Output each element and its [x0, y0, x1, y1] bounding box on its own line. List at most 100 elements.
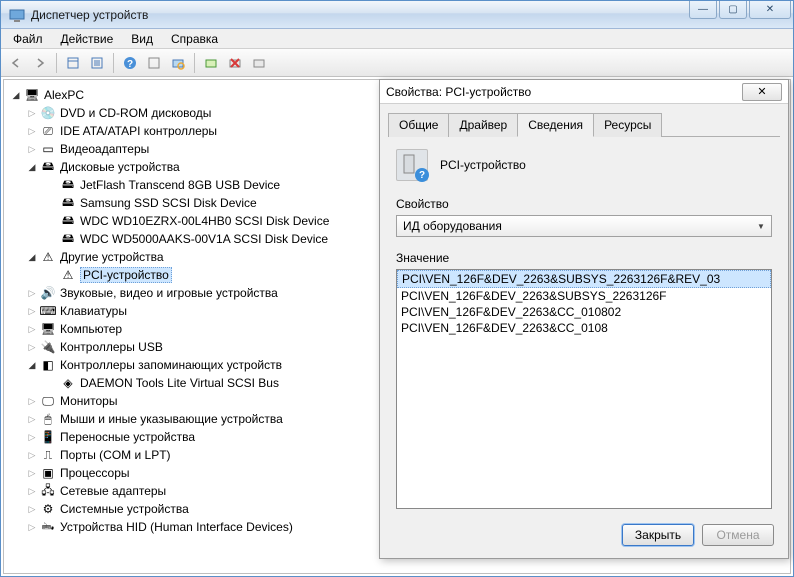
show-hide-tree-button[interactable] — [62, 52, 84, 74]
tree-node-label: JetFlash Transcend 8GB USB Device — [80, 178, 280, 192]
tree-expander[interactable]: ▷ — [26, 107, 38, 119]
tree-expander[interactable]: ▷ — [26, 485, 38, 497]
tree-expander[interactable]: ◢ — [10, 89, 22, 101]
tree-expander — [46, 215, 58, 227]
tree-expander — [46, 179, 58, 191]
minimize-button[interactable]: — — [689, 1, 717, 19]
tree-expander — [46, 269, 58, 281]
close-button[interactable]: Закрыть — [622, 524, 694, 546]
tree-node-label: Звуковые, видео и игровые устройства — [60, 286, 278, 300]
tree-expander[interactable]: ◢ — [26, 161, 38, 173]
dialog-titlebar: Свойства: PCI-устройство ✕ — [380, 80, 788, 104]
tree-node-label: WDC WD5000AAKS-00V1A SCSI Disk Device — [80, 232, 328, 246]
tree-expander[interactable]: ▷ — [26, 449, 38, 461]
warning-icon: ⚠ — [60, 267, 76, 283]
menu-action[interactable]: Действие — [53, 30, 122, 48]
keyboard-icon: ⌨ — [40, 303, 56, 319]
scan-hardware-button[interactable] — [167, 52, 189, 74]
mouse-icon: 🖱 — [40, 411, 56, 427]
tree-node-label: Мыши и иные указывающие устройства — [60, 412, 283, 426]
tree-node-label: Samsung SSD SCSI Disk Device — [80, 196, 257, 210]
tree-node-label: PCI-устройство — [80, 267, 172, 283]
tree-node-label: Порты (COM и LPT) — [60, 448, 171, 462]
cdrom-icon: 💿 — [40, 105, 56, 121]
hardware-id-row[interactable]: PCI\VEN_126F&DEV_2263&SUBSYS_2263126F&RE… — [397, 270, 771, 288]
window-controls: — ▢ ✕ — [689, 1, 791, 19]
tree-node-label: AlexPC — [44, 88, 84, 102]
tab-3[interactable]: Ресурсы — [593, 113, 662, 137]
properties-dialog: Свойства: PCI-устройство ✕ ОбщиеДрайверС… — [379, 79, 789, 559]
cancel-button: Отмена — [702, 524, 774, 546]
sound-icon: 🔊 — [40, 285, 56, 301]
tree-node-label: Устройства HID (Human Interface Devices) — [60, 520, 293, 534]
tree-node-label: Дисковые устройства — [60, 160, 180, 174]
tree-node-label: Контроллеры запоминающих устройств — [60, 358, 282, 372]
dialog-buttons: Закрыть Отмена — [622, 524, 774, 546]
tab-0[interactable]: Общие — [388, 113, 449, 137]
titlebar: Диспетчер устройств — ▢ ✕ — [1, 1, 793, 29]
hardware-id-row[interactable]: PCI\VEN_126F&DEV_2263&SUBSYS_2263126F — [397, 288, 771, 304]
dialog-title: Свойства: PCI-устройство — [386, 85, 742, 99]
property-dropdown[interactable]: ИД оборудования ▼ — [396, 215, 772, 237]
computer-icon: 🖥 — [40, 321, 56, 337]
warning-icon: ⚠ — [40, 249, 56, 265]
update-driver-button[interactable] — [200, 52, 222, 74]
tree-node-label: Видеоадаптеры — [60, 142, 149, 156]
menubar: Файл Действие Вид Справка — [1, 29, 793, 49]
tab-1[interactable]: Драйвер — [448, 113, 518, 137]
property-label: Свойство — [396, 197, 772, 211]
menu-view[interactable]: Вид — [123, 30, 161, 48]
ide-icon: ⎚ — [40, 123, 56, 139]
tab-2[interactable]: Сведения — [517, 113, 594, 137]
tree-node-label: IDE ATA/ATAPI контроллеры — [60, 124, 217, 138]
tree-expander[interactable]: ▷ — [26, 503, 38, 515]
menu-file[interactable]: Файл — [5, 30, 51, 48]
tree-expander[interactable]: ▷ — [26, 341, 38, 353]
tree-expander[interactable]: ▷ — [26, 287, 38, 299]
action-button[interactable] — [143, 52, 165, 74]
tree-expander — [46, 233, 58, 245]
app-icon — [9, 7, 25, 23]
tree-expander[interactable]: ◢ — [26, 359, 38, 371]
disk-icon: 🖴 — [60, 231, 76, 247]
dialog-close-button[interactable]: ✕ — [742, 83, 782, 101]
toolbar: ? — [1, 49, 793, 77]
back-button[interactable] — [5, 52, 27, 74]
tree-expander[interactable]: ▷ — [26, 125, 38, 137]
tree-expander[interactable]: ▷ — [26, 521, 38, 533]
hardware-id-row[interactable]: PCI\VEN_126F&DEV_2263&CC_010802 — [397, 304, 771, 320]
tree-expander[interactable]: ▷ — [26, 467, 38, 479]
tree-expander[interactable]: ▷ — [26, 323, 38, 335]
tree-expander — [46, 377, 58, 389]
forward-button[interactable] — [29, 52, 51, 74]
toolbar-separator — [113, 53, 114, 73]
values-listbox[interactable]: PCI\VEN_126F&DEV_2263&SUBSYS_2263126F&RE… — [396, 269, 772, 509]
dialog-device-header: ? PCI-устройство — [396, 149, 772, 181]
tree-expander[interactable]: ▷ — [26, 305, 38, 317]
disk-icon: 🖴 — [60, 177, 76, 193]
tree-node-label: Процессоры — [60, 466, 130, 480]
properties-button[interactable] — [86, 52, 108, 74]
help-button[interactable]: ? — [119, 52, 141, 74]
dialog-body: ? PCI-устройство Свойство ИД оборудовани… — [380, 137, 788, 521]
close-button[interactable]: ✕ — [749, 1, 791, 19]
tree-node-label: WDC WD10EZRX-00L4HB0 SCSI Disk Device — [80, 214, 329, 228]
device-name: PCI-устройство — [440, 158, 526, 172]
tree-expander[interactable]: ▷ — [26, 395, 38, 407]
disable-button[interactable] — [248, 52, 270, 74]
system-icon: ⚙ — [40, 501, 56, 517]
uninstall-button[interactable] — [224, 52, 246, 74]
tree-expander[interactable]: ▷ — [26, 143, 38, 155]
tree-node-label: Другие устройства — [60, 250, 164, 264]
tree-node-label: Переносные устройства — [60, 430, 195, 444]
tree-node-label: Контроллеры USB — [60, 340, 163, 354]
menu-help[interactable]: Справка — [163, 30, 226, 48]
maximize-button[interactable]: ▢ — [719, 1, 747, 19]
question-overlay-icon: ? — [415, 168, 429, 182]
tree-expander[interactable]: ▷ — [26, 413, 38, 425]
hardware-id-row[interactable]: PCI\VEN_126F&DEV_2263&CC_0108 — [397, 320, 771, 336]
display-icon: ▭ — [40, 141, 56, 157]
disk-icon: 🖴 — [60, 195, 76, 211]
tree-expander[interactable]: ◢ — [26, 251, 38, 263]
tree-expander[interactable]: ▷ — [26, 431, 38, 443]
